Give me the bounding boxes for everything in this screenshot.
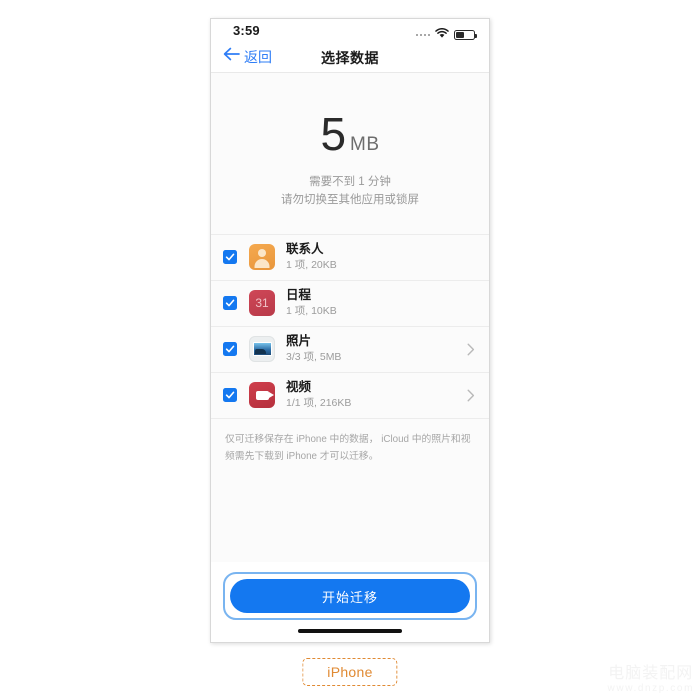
device-caption: iPhone: [302, 658, 398, 686]
status-bar: 3:59: [211, 19, 489, 45]
list-item-text-photos: 照片 3/3 项, 5MB: [286, 334, 461, 364]
list-item-calendar[interactable]: 31 日程 1 项, 10KB: [211, 281, 489, 327]
screen-content: 5 MB 需要不到 1 分钟 请勿切换至其他应用或锁屏 联系人 1 项, 20K…: [211, 73, 489, 642]
list-item-text-contacts: 联系人 1 项, 20KB: [286, 242, 477, 272]
watermark: 电脑装配网 www.dnzp.com: [608, 665, 694, 694]
list-item-text-video: 视频 1/1 项, 216KB: [286, 380, 461, 410]
page-title: 选择数据: [321, 50, 379, 66]
list-item-subtitle: 1 项, 20KB: [286, 259, 337, 272]
data-category-list: 联系人 1 项, 20KB 31 日程 1 项, 10KB 照片 3/3 项, …: [211, 233, 489, 419]
list-item-video[interactable]: 视频 1/1 项, 216KB: [211, 373, 489, 419]
transfer-summary: 5 MB 需要不到 1 分钟 请勿切换至其他应用或锁屏: [211, 73, 489, 228]
chevron-right-icon[interactable]: [467, 389, 477, 402]
checkbox-photos[interactable]: [223, 342, 237, 357]
photos-icon: [249, 336, 275, 363]
status-bar-time: 3:59: [233, 23, 260, 38]
watermark-url: www.dnzp.com: [607, 683, 694, 694]
wifi-icon: [435, 26, 449, 44]
list-item-subtitle: 1/1 项, 216KB: [286, 397, 352, 410]
contacts-icon: [249, 244, 275, 271]
checkbox-contacts[interactable]: [223, 250, 237, 265]
list-item-title: 日程: [286, 288, 312, 303]
watermark-brand: 电脑装配网: [608, 665, 694, 683]
list-item-contacts[interactable]: 联系人 1 项, 20KB: [211, 235, 489, 281]
checkbox-video[interactable]: [223, 388, 237, 403]
summary-note-line-2: 请勿切换至其他应用或锁屏: [281, 194, 419, 207]
bottom-action-area: 开始迁移: [211, 562, 489, 620]
summary-note-line-1: 需要不到 1 分钟: [309, 176, 391, 188]
list-item-title: 视频: [286, 380, 312, 395]
signal-dots-icon: [415, 33, 430, 37]
start-transfer-button[interactable]: 开始迁移: [230, 579, 470, 613]
footnote-text: 仅可迁移保存在 iPhone 中的数据， iCloud 中的照片和视频需先下载到…: [225, 433, 471, 462]
list-item-text-calendar: 日程 1 项, 10KB: [286, 288, 477, 318]
checkbox-calendar[interactable]: [223, 296, 237, 311]
video-icon: [249, 382, 275, 409]
list-item-photos[interactable]: 照片 3/3 项, 5MB: [211, 327, 489, 373]
focus-highlight-ring: 开始迁移: [223, 572, 477, 620]
total-size: 5 MB: [211, 111, 489, 157]
home-indicator-area: [211, 620, 489, 642]
list-item-subtitle: 3/3 项, 5MB: [286, 351, 342, 364]
summary-note: 需要不到 1 分钟 请勿切换至其他应用或锁屏: [211, 173, 489, 210]
list-item-title: 照片: [286, 334, 312, 349]
battery-icon: [454, 30, 478, 40]
total-size-value: 5: [320, 108, 346, 160]
total-size-unit: MB: [350, 134, 380, 155]
calendar-icon: 31: [249, 290, 275, 317]
navigation-bar: 返回 选择数据: [211, 45, 489, 73]
list-item-subtitle: 1 项, 10KB: [286, 305, 337, 318]
screenshot-root: 3:59 返回 选择数据 5 MB 需要不到 1 分钟 请勿切换至其他应用或锁屏…: [0, 0, 700, 700]
list-item-title: 联系人: [286, 242, 324, 257]
home-indicator[interactable]: [298, 629, 402, 633]
iphone-device-frame: 3:59 返回 选择数据 5 MB 需要不到 1 分钟 请勿切换至其他应用或锁屏…: [210, 18, 490, 643]
status-bar-indicators: [415, 26, 478, 44]
chevron-right-icon[interactable]: [467, 343, 477, 356]
